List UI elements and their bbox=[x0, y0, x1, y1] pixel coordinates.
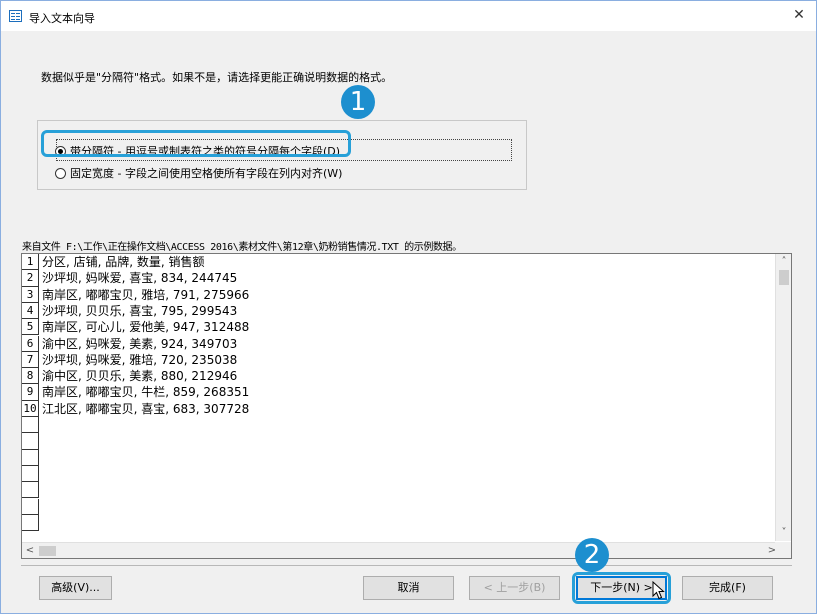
row-number: 4 bbox=[22, 302, 39, 320]
row-text: 渝中区, 妈咪爱, 美素, 924, 349703 bbox=[42, 336, 238, 351]
row-number: 5 bbox=[22, 319, 39, 336]
table-row bbox=[22, 498, 780, 515]
row-number bbox=[22, 417, 39, 434]
step-badge-1: 1 bbox=[341, 85, 375, 119]
row-number: 7 bbox=[22, 351, 39, 369]
vertical-scrollbar[interactable]: ˄ ˅ bbox=[775, 254, 791, 541]
step-badge-2: 2 bbox=[575, 538, 609, 572]
table-row: 5 南岸区, 可心儿, 爱他美, 947, 312488 bbox=[22, 319, 780, 336]
row-text: 沙坪坝, 妈咪爱, 喜宝, 834, 244745 bbox=[42, 271, 238, 286]
row-text: 南岸区, 嘟嘟宝贝, 雅培, 791, 275966 bbox=[42, 287, 250, 302]
table-row: 4 沙坪坝, 贝贝乐, 喜宝, 795, 299543 bbox=[22, 302, 780, 320]
table-row: 8 渝中区, 贝贝乐, 美素, 880, 212946 bbox=[22, 368, 780, 385]
source-file-label: 来自文件 F:\工作\正在操作文档\ACCESS 2016\素材文件\第12章\… bbox=[22, 242, 462, 253]
row-number: 8 bbox=[22, 368, 39, 385]
table-row: 2 沙坪坝, 妈咪爱, 喜宝, 834, 244745 bbox=[22, 270, 780, 287]
highlight-delimited bbox=[41, 130, 351, 157]
table-row bbox=[22, 482, 780, 499]
fixed-width-label: 固定宽度 - 字段之间使用空格使所有字段在列内对齐(W) bbox=[70, 167, 343, 180]
format-description: 数据似乎是"分隔符"格式。如果不是，请选择更能正确说明数据的格式。 bbox=[41, 71, 393, 84]
fixed-width-radio[interactable] bbox=[55, 167, 66, 179]
table-row bbox=[22, 449, 780, 466]
sample-data-grid[interactable]: 1 分区, 店铺, 品牌, 数量, 销售额 2 沙坪坝, 妈咪爱, 喜宝, 834, … bbox=[21, 253, 792, 559]
scroll-corner bbox=[775, 542, 791, 558]
table-icon bbox=[9, 10, 22, 22]
fixed-width-option[interactable]: 固定宽度 - 字段之间使用空格使所有字段在列内对齐(W) bbox=[55, 165, 342, 181]
table-row: 7 沙坪坝, 妈咪爱, 雅培, 720, 235038 bbox=[22, 351, 780, 369]
table-row: 10 江北区, 嘟嘟宝贝, 喜宝, 683, 307728 bbox=[22, 400, 780, 417]
table-row: 1 分区, 店铺, 品牌, 数量, 销售额 bbox=[22, 254, 780, 271]
row-text: 沙坪坝, 贝贝乐, 喜宝, 795, 299543 bbox=[42, 303, 238, 318]
row-number: 1 bbox=[22, 254, 39, 271]
horizontal-scrollbar[interactable]: < > bbox=[22, 542, 780, 558]
vertical-scroll-thumb[interactable] bbox=[779, 270, 789, 285]
pointer-cursor-icon bbox=[652, 581, 665, 600]
row-number: 2 bbox=[22, 270, 39, 287]
row-number bbox=[22, 465, 39, 483]
scroll-left-icon[interactable]: < bbox=[22, 543, 38, 558]
row-number bbox=[22, 514, 39, 532]
window-title: 导入文本向导 bbox=[29, 12, 95, 25]
scroll-down-icon[interactable]: ˅ bbox=[776, 525, 791, 541]
row-number bbox=[22, 482, 39, 499]
close-button[interactable]: ✕ bbox=[790, 6, 808, 24]
row-number: 10 bbox=[22, 400, 39, 417]
cancel-button[interactable]: 取消 bbox=[363, 576, 454, 600]
row-text: 渝中区, 贝贝乐, 美素, 880, 212946 bbox=[42, 369, 238, 384]
row-number bbox=[22, 498, 39, 515]
table-row: 9 南岸区, 嘟嘟宝贝, 牛栏, 859, 268351 bbox=[22, 384, 780, 401]
table-row bbox=[22, 433, 780, 450]
row-number: 6 bbox=[22, 335, 39, 352]
scroll-up-icon[interactable]: ˄ bbox=[776, 254, 791, 270]
title-bar: 导入文本向导 ✕ bbox=[1, 1, 816, 31]
row-number bbox=[22, 449, 39, 466]
advanced-button[interactable]: 高级(V)... bbox=[39, 576, 112, 600]
row-text: 南岸区, 嘟嘟宝贝, 牛栏, 859, 268351 bbox=[42, 385, 250, 400]
row-text: 江北区, 嘟嘟宝贝, 喜宝, 683, 307728 bbox=[42, 401, 250, 416]
row-number: 3 bbox=[22, 286, 39, 303]
table-row bbox=[22, 465, 780, 483]
footer-divider bbox=[21, 565, 792, 566]
row-text: 南岸区, 可心儿, 爱他美, 947, 312488 bbox=[42, 320, 250, 335]
back-button[interactable]: < 上一步(B) bbox=[469, 576, 560, 600]
table-row: 6 渝中区, 妈咪爱, 美素, 924, 349703 bbox=[22, 335, 780, 352]
table-row: 3 南岸区, 嘟嘟宝贝, 雅培, 791, 275966 bbox=[22, 286, 780, 303]
table-row bbox=[22, 417, 780, 434]
horizontal-scroll-thumb[interactable] bbox=[39, 546, 56, 556]
finish-button[interactable]: 完成(F) bbox=[682, 576, 773, 600]
row-text: 分区, 店铺, 品牌, 数量, 销售额 bbox=[42, 255, 205, 269]
row-number bbox=[22, 433, 39, 450]
row-number: 9 bbox=[22, 384, 39, 401]
table-row bbox=[22, 514, 780, 532]
row-text: 沙坪坝, 妈咪爱, 雅培, 720, 235038 bbox=[42, 352, 238, 367]
import-text-wizard-window: 导入文本向导 ✕ 数据似乎是"分隔符"格式。如果不是，请选择更能正确说明数据的格… bbox=[0, 0, 817, 614]
